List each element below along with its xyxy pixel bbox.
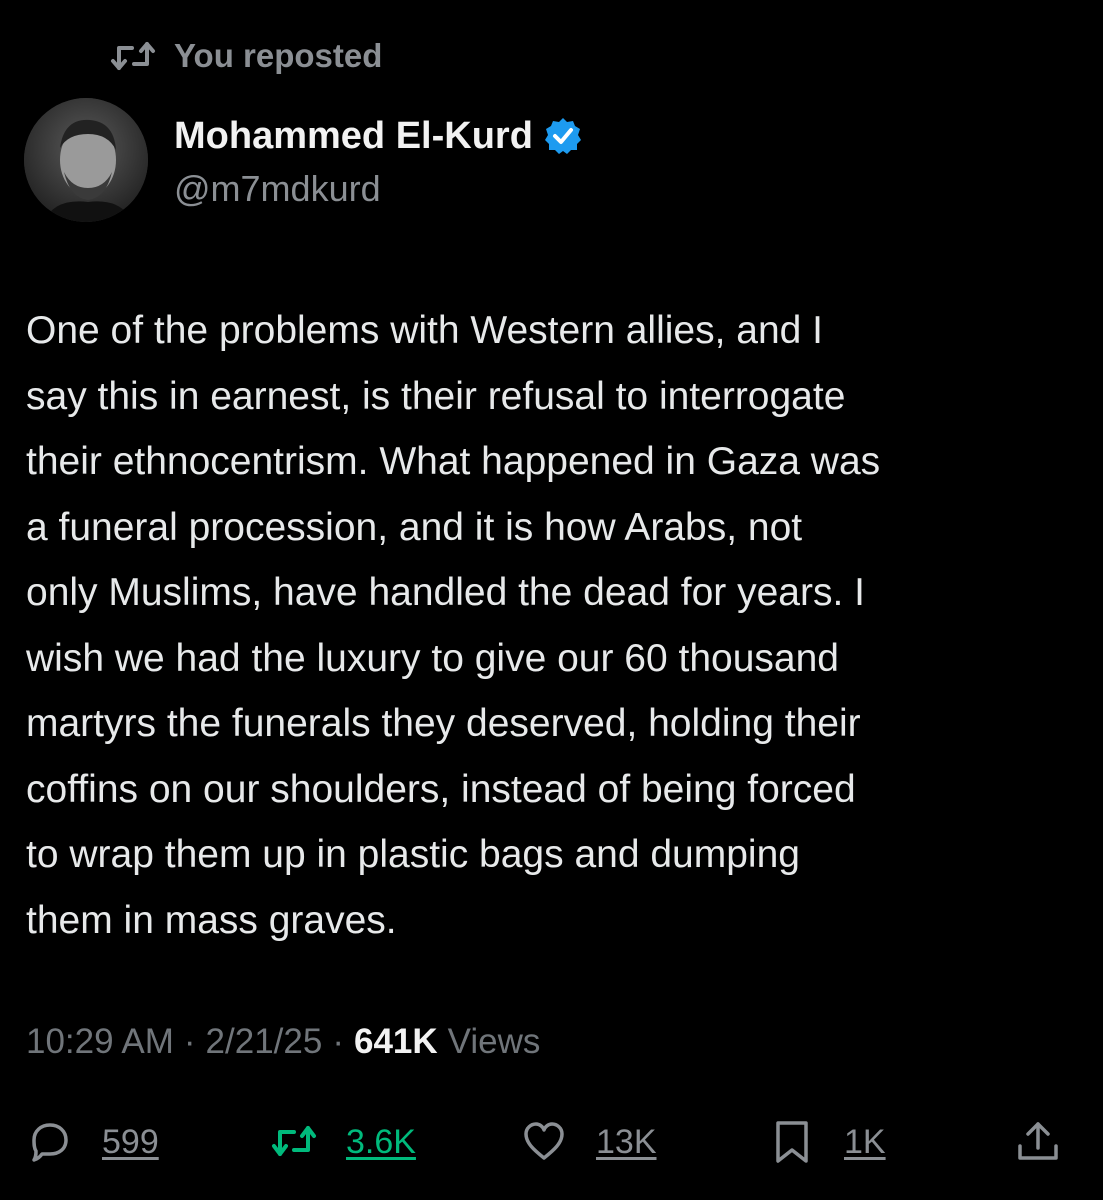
repost-icon bbox=[111, 42, 155, 70]
repost-label: You reposted bbox=[174, 37, 383, 74]
author-handle[interactable]: @m7mdkurd bbox=[174, 168, 583, 210]
tweet-date[interactable]: 2/21/25 bbox=[206, 1022, 323, 1062]
bookmark-count[interactable]: 1K bbox=[844, 1123, 886, 1162]
author-name-text: Mohammed El-Kurd bbox=[174, 114, 533, 157]
avatar-photo bbox=[24, 98, 148, 222]
repost-indicator: You reposted bbox=[110, 34, 382, 78]
reply-count[interactable]: 599 bbox=[102, 1123, 159, 1162]
views-count[interactable]: 641K bbox=[354, 1022, 438, 1062]
author-info[interactable]: Mohammed El-Kurd @m7mdkurd bbox=[174, 112, 583, 210]
reply-button[interactable]: 599 bbox=[26, 1110, 159, 1174]
bookmark-icon bbox=[776, 1121, 808, 1163]
like-count[interactable]: 13K bbox=[596, 1123, 657, 1162]
action-bar: 599 3.6K 13K 1K bbox=[0, 1110, 1103, 1174]
tweet-text: One of the problems with Western allies,… bbox=[26, 309, 881, 942]
retweet-icon bbox=[272, 1126, 316, 1156]
tweet-time[interactable]: 10:29 AM bbox=[26, 1022, 174, 1062]
verified-badge-icon bbox=[544, 118, 581, 154]
share-icon bbox=[1018, 1122, 1058, 1160]
retweet-count[interactable]: 3.6K bbox=[346, 1123, 416, 1162]
avatar[interactable] bbox=[24, 98, 148, 222]
retweet-button[interactable]: 3.6K bbox=[270, 1110, 416, 1174]
reply-icon bbox=[32, 1123, 68, 1162]
tweet-meta: 10:29 AM · 2/21/25 · 641K Views bbox=[26, 1022, 540, 1062]
meta-separator: · bbox=[332, 1022, 344, 1061]
share-button[interactable] bbox=[1014, 1110, 1062, 1174]
like-button[interactable]: 13K bbox=[520, 1110, 657, 1174]
bookmark-button[interactable]: 1K bbox=[768, 1110, 886, 1174]
author-display-name[interactable]: Mohammed El-Kurd bbox=[174, 112, 583, 160]
heart-icon bbox=[524, 1122, 564, 1160]
views-label: Views bbox=[447, 1022, 541, 1061]
meta-separator: · bbox=[183, 1022, 196, 1061]
